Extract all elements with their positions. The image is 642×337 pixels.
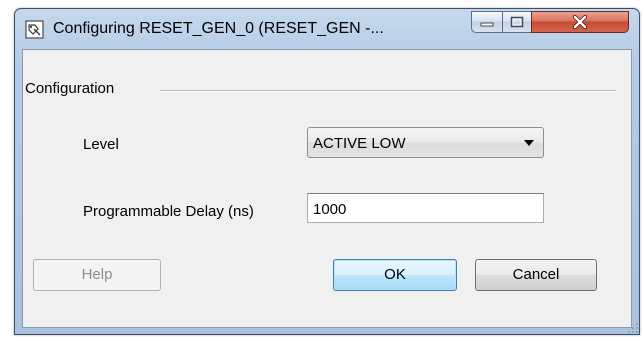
group-divider [160, 90, 616, 92]
chevron-down-icon [524, 140, 534, 146]
dialog-app-icon[interactable] [25, 20, 44, 39]
close-button[interactable] [531, 11, 629, 33]
cancel-button[interactable]: Cancel [475, 259, 597, 291]
configuration-group-label: Configuration [25, 80, 119, 97]
programmable-delay-input[interactable] [307, 193, 544, 223]
help-button[interactable]: Help [33, 259, 161, 291]
maximize-button[interactable] [502, 11, 532, 33]
ok-button[interactable]: OK [333, 259, 457, 291]
minimize-button[interactable] [471, 11, 503, 33]
close-icon [573, 15, 587, 29]
resize-grip-icon[interactable] [627, 322, 639, 334]
window-title: Configuring RESET_GEN_0 (RESET_GEN -... [53, 20, 384, 37]
level-dropdown[interactable]: ACTIVE LOW [307, 127, 544, 158]
minimize-icon [480, 22, 494, 27]
level-label: Level [83, 136, 119, 153]
programmable-delay-label: Programmable Delay (ns) [83, 203, 254, 220]
level-selected-value: ACTIVE LOW [313, 135, 406, 152]
maximize-icon [510, 16, 524, 28]
title-bar[interactable]: Configuring RESET_GEN_0 (RESET_GEN -... [15, 9, 639, 49]
